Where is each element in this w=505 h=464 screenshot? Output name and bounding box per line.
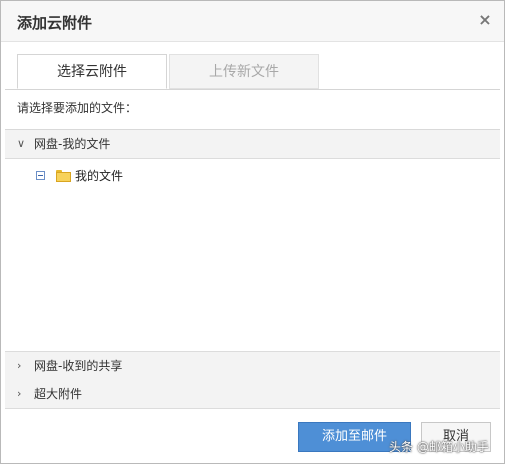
section-label: 网盘-收到的共享	[34, 359, 123, 373]
chevron-down-icon: ∨	[17, 137, 26, 150]
folder-icon	[56, 170, 71, 182]
tab-upload-new-file[interactable]: 上传新文件	[169, 54, 319, 89]
section-large-attachments[interactable]: › 超大附件	[5, 380, 500, 409]
chevron-right-icon: ›	[17, 359, 22, 372]
add-cloud-attachment-dialog: 添加云附件 × 选择云附件 上传新文件 请选择要添加的文件： ∨ 网盘-我的文件…	[0, 0, 505, 464]
footer-divider	[5, 408, 500, 409]
dialog-title: 添加云附件	[17, 14, 93, 32]
chevron-right-icon: ›	[17, 387, 22, 400]
tab-select-cloud-attachment[interactable]: 选择云附件	[17, 54, 167, 89]
close-icon[interactable]: ×	[474, 9, 496, 31]
file-source-panel: ∨ 网盘-我的文件 我的文件 › 网盘-收到的共享 › 超大附件	[5, 129, 500, 410]
section-label: 超大附件	[34, 387, 83, 401]
section-label: 网盘-我的文件	[34, 137, 111, 151]
dialog-titlebar: 添加云附件 ×	[1, 1, 504, 42]
section-netdisk-my-files[interactable]: ∨ 网盘-我的文件	[5, 130, 500, 159]
select-file-prompt: 请选择要添加的文件：	[17, 101, 138, 115]
collapse-icon[interactable]	[36, 171, 45, 180]
section-netdisk-received-shares[interactable]: › 网盘-收到的共享	[5, 351, 500, 381]
tree-item-label[interactable]: 我的文件	[75, 168, 123, 184]
watermark: 头条 @邮箱小助手	[389, 440, 489, 454]
